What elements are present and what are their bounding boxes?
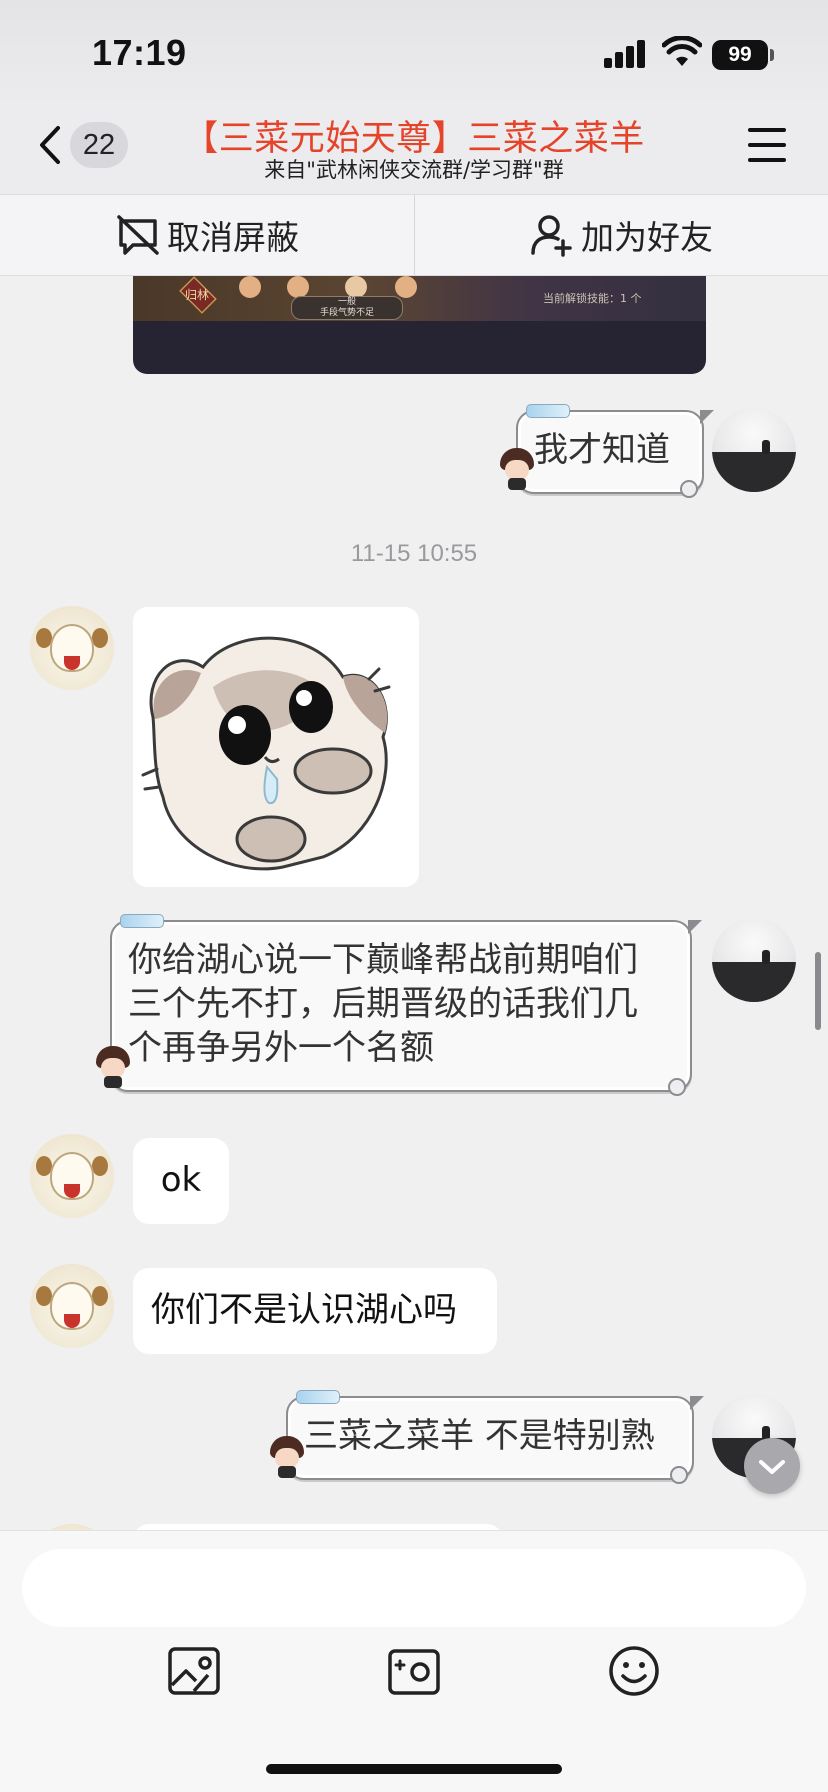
block-off-icon xyxy=(117,215,159,255)
bubble-corner-decoration xyxy=(668,1078,686,1096)
image-center-label-1: 一般 xyxy=(337,297,356,307)
message-timestamp: 11-15 10:55 xyxy=(350,540,478,567)
chat-header: 22 【三菜元始天尊】三菜之菜羊 来自"武林闲侠交流群/学习群"群 xyxy=(0,108,828,194)
back-icon[interactable] xyxy=(30,120,70,170)
chibi-decoration-icon xyxy=(268,1436,306,1478)
unread-count-badge[interactable]: 22 xyxy=(70,122,128,168)
scroll-to-bottom-button[interactable] xyxy=(744,1438,800,1494)
camera-icon[interactable] xyxy=(384,1641,444,1701)
chibi-decoration-icon xyxy=(94,1046,132,1088)
user-add-icon xyxy=(531,215,572,257)
bubble-corner-decoration xyxy=(680,480,698,498)
message-text-line: 你给湖心说一下巅峰帮战前期咱们 xyxy=(128,940,638,980)
stranger-action-bar: 取消屏蔽 加为好友 xyxy=(0,194,828,276)
add-friend-label: 加为好友 xyxy=(581,218,713,257)
cellular-signal-icon xyxy=(604,38,648,68)
crying-cat-sticker-icon xyxy=(141,636,391,871)
bubble-decoration xyxy=(296,1390,340,1404)
message-bubble-self[interactable]: 我才知道 xyxy=(516,404,714,498)
home-indicator[interactable] xyxy=(266,1764,562,1774)
message-bubble-self[interactable]: 三菜之菜羊 不是特别熟 xyxy=(286,1390,704,1484)
add-friend-button[interactable]: 加为好友 xyxy=(414,195,828,275)
bubble-tail xyxy=(688,920,702,934)
status-time: 17:19 xyxy=(92,32,187,73)
bubble-decoration xyxy=(120,914,164,928)
battery-icon: 99 xyxy=(712,40,768,70)
self-avatar[interactable] xyxy=(712,918,796,1002)
scrollbar[interactable] xyxy=(815,952,821,1030)
sender-avatar[interactable] xyxy=(30,1264,114,1348)
message-text: 三菜之菜羊 不是特别熟 xyxy=(304,1416,655,1456)
input-panel xyxy=(0,1530,828,1792)
status-bar: 17:19 99 xyxy=(0,0,828,108)
battery-tip xyxy=(770,49,774,61)
unblock-button[interactable]: 取消屏蔽 xyxy=(0,195,414,275)
menu-icon[interactable] xyxy=(748,128,788,162)
image-caption: 当前解锁技能：1 个 xyxy=(543,292,642,305)
bubble-corner-decoration xyxy=(670,1466,688,1484)
emoji-icon[interactable] xyxy=(604,1641,664,1701)
message-bubble-other[interactable]: 你们不是认识湖心吗 xyxy=(133,1268,497,1354)
message-bubble-other[interactable]: ok xyxy=(133,1138,229,1224)
wifi-icon xyxy=(662,36,702,66)
message-text-line: 三个先不打，后期晋级的话我们几 xyxy=(128,984,638,1024)
sender-avatar[interactable] xyxy=(30,606,114,690)
sender-avatar[interactable] xyxy=(30,1134,114,1218)
image-message[interactable]: 归林 一般 手段气势不足 当前解锁技能：1 个 xyxy=(133,276,706,374)
message-text-line: 个再争另外一个名额 xyxy=(128,1028,434,1068)
message-input[interactable] xyxy=(22,1549,806,1627)
message-text: 我才知道 xyxy=(534,430,670,470)
chat-subtitle: 来自"武林闲侠交流群/学习群"群 xyxy=(264,158,564,182)
bubble-tail xyxy=(690,1396,704,1410)
image-center-label-2: 手段气势不足 xyxy=(319,308,374,318)
chevron-down-icon xyxy=(759,1460,785,1474)
image-content: 归林 一般 手段气势不足 当前解锁技能：1 个 xyxy=(133,276,706,321)
bubble-tail xyxy=(700,410,714,424)
message-bubble-self[interactable]: 你给湖心说一下巅峰帮战前期咱们 三个先不打，后期晋级的话我们几 个再争另外一个名… xyxy=(110,914,702,1096)
message-text: 你们不是认识湖心吗 xyxy=(151,1290,457,1330)
self-avatar[interactable] xyxy=(712,408,796,492)
chibi-decoration-icon xyxy=(498,448,536,490)
image-icon[interactable] xyxy=(164,1641,224,1701)
image-left-label: 归林 xyxy=(185,288,210,302)
unblock-label: 取消屏蔽 xyxy=(167,218,299,257)
chat-message-list[interactable]: 归林 一般 手段气势不足 当前解锁技能：1 个 我才知道 11-15 10:55 xyxy=(0,276,828,1530)
bubble-decoration xyxy=(526,404,570,418)
message-text: ok xyxy=(160,1160,202,1200)
sticker-message[interactable] xyxy=(133,607,419,887)
